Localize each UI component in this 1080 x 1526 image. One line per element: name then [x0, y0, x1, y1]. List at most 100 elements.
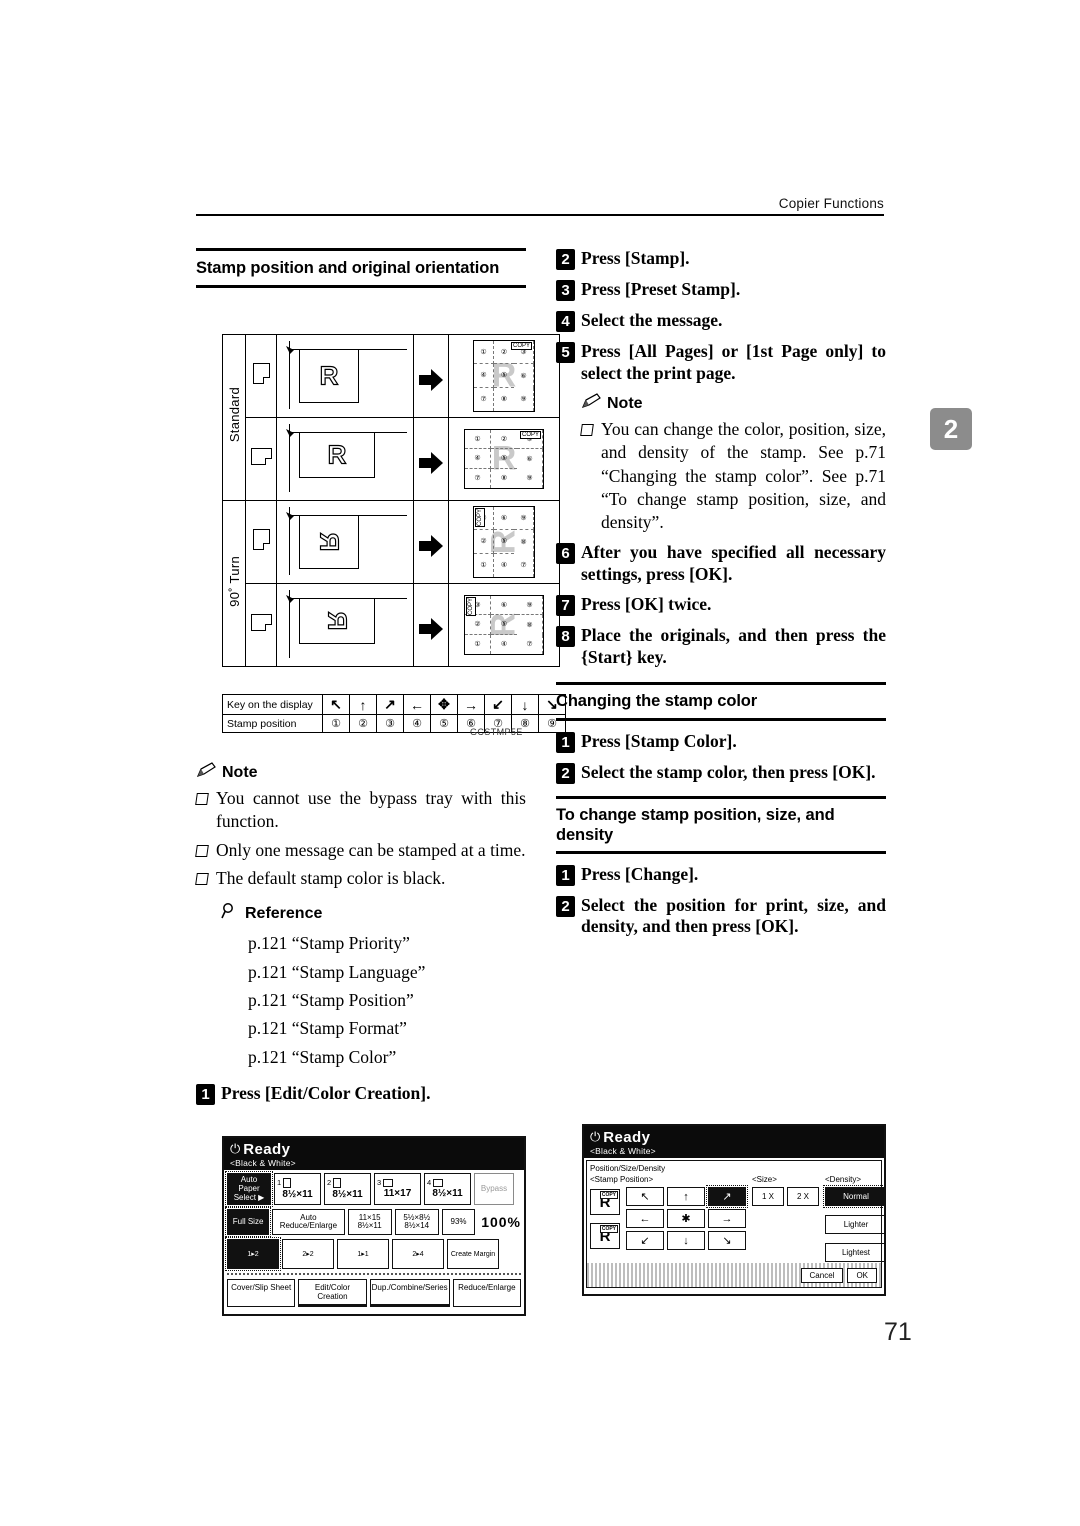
step-number: 7 [556, 595, 575, 617]
step-select-position-size-density: 2 Select the position for print, size, a… [556, 895, 886, 938]
legend-key: ↖ [322, 694, 350, 715]
step-number: 2 [556, 895, 575, 917]
density-button-lighter[interactable]: Lighter [825, 1215, 884, 1234]
grid-cell: ④ [500, 562, 508, 570]
tab-reduce-enlarge[interactable]: Reduce/Enlarge [452, 1279, 521, 1308]
position-button-top-center[interactable]: ↑ [667, 1187, 705, 1206]
grid-cell: ① [465, 430, 491, 450]
preview-landscape: R COPY [590, 1223, 620, 1249]
tray-button-3[interactable]: 3 11×17 [374, 1173, 421, 1206]
ratio-button-2[interactable]: 5½×8½ 8½×14 [394, 1209, 439, 1236]
grid-cell: ⑨ [517, 596, 543, 616]
position-button-bottom-right[interactable]: ↘ [708, 1231, 746, 1250]
legend-position: ④ [403, 714, 431, 733]
copy-tag: COPY [466, 597, 476, 617]
position-button-middle-right[interactable]: → [708, 1209, 746, 1228]
grid-cell: ⑧ [514, 530, 534, 554]
original-cell: R [276, 500, 414, 584]
note-bullet-text: You can change the color, position, size… [601, 419, 886, 533]
chapter-tab: 2 [930, 408, 972, 450]
bypass-tray-button[interactable]: Bypass [474, 1173, 514, 1206]
arrow-cell [413, 583, 449, 667]
duplex-button-3[interactable]: 1▸1 [337, 1239, 389, 1270]
original-cell: R [276, 334, 414, 418]
density-button-normal[interactable]: Normal [823, 1185, 884, 1208]
zoom-level: 100% [481, 1214, 521, 1231]
tray-number: 2 [327, 1178, 332, 1188]
cancel-button[interactable]: Cancel [800, 1267, 844, 1283]
copier-main-screen[interactable]: ⏻ Ready <Black & White> Auto Paper Select… [222, 1136, 526, 1316]
duplex-button-1[interactable]: 1▸2 [225, 1237, 281, 1272]
output-grid: R COPY③ ⑥ ⑨ ② ⑤ ⑧ ① ④ ⑦ [464, 595, 544, 655]
arrow-cell [413, 500, 449, 584]
step-press-ok-after-settings: 6 After you have specified all necessary… [556, 542, 886, 585]
grid-cell: ⑤ [491, 449, 517, 469]
position-button-bottom-left[interactable]: ↙ [626, 1231, 664, 1250]
tab-dup-combine-series[interactable]: Dup./Combine/Series [369, 1279, 450, 1308]
legend-key: ↑ [349, 694, 377, 715]
original-cell: R [276, 583, 414, 667]
reduce-enlarge-row: Full Size Auto Reduce/Enlarge 11×15 8½×1… [224, 1207, 521, 1238]
tray-button-1[interactable]: 1 8½×11 [274, 1173, 321, 1206]
output-grid: R COPY③ ⑥ ⑨ ② ⑤ ⑧ ① ④ ⑦ [473, 506, 535, 578]
ratio-button-3[interactable]: 93% [441, 1209, 476, 1236]
step-text: Place the originals, and then press the … [581, 625, 886, 667]
running-header: Copier Functions [196, 196, 884, 216]
preview-column: R COPY R COPY [590, 1187, 620, 1250]
step-number: 4 [556, 311, 575, 332]
corner-mark-icon [286, 341, 294, 354]
tab-cover-slip-sheet[interactable]: Cover/Slip Sheet [227, 1279, 296, 1308]
tray-button-2[interactable]: 2 8½×11 [324, 1173, 371, 1206]
section-title-change-stamp-position: To change stamp position, size, and dens… [556, 795, 886, 854]
page-number: 71 [884, 1318, 912, 1346]
density-button-lightest[interactable]: Lightest [825, 1243, 884, 1262]
grid-cell: ⑨ [517, 468, 543, 488]
full-size-button[interactable]: Full Size [224, 1207, 272, 1238]
position-size-density-screen[interactable]: ⏻ Ready <Black & White> Position/Size/Den… [582, 1124, 886, 1296]
duplex-button-2[interactable]: 2▸2 [282, 1239, 334, 1270]
legend-position: ② [349, 714, 377, 733]
grid-cell: ② [491, 430, 517, 450]
step-text: Press [All Pages] or [1st Page only] to … [581, 341, 886, 383]
legend-key: ← [403, 694, 431, 715]
size-button-1x[interactable]: 1 X [752, 1187, 784, 1206]
auto-reduce-enlarge-button[interactable]: Auto Reduce/Enlarge [272, 1209, 345, 1236]
density-group-label: <Density> [825, 1175, 862, 1184]
grid-cell: ⑤ [491, 615, 517, 635]
figure-row-turn-2: R R COPY ③ ⑥ ⑨ ② ⑤ ⑧ ① ④ ⑦ [223, 583, 560, 667]
legend-position: ③ [376, 714, 404, 733]
power-icon: ⏻ [230, 1141, 241, 1156]
grid-cell: ④ [500, 641, 508, 649]
legend-position-label: Stamp position [222, 714, 323, 733]
duplex-button-4[interactable]: 2▸4 [392, 1239, 444, 1270]
tray-size: 8½×11 [332, 1189, 363, 1201]
duplex-row: 1▸2 2▸2 1▸1 2▸4 Create Margin [225, 1237, 521, 1272]
note-bullet-list: You can change the color, position, size… [580, 418, 886, 534]
create-margin-button[interactable]: Create Margin [447, 1239, 499, 1270]
tray-size: 11×17 [383, 1188, 412, 1200]
figure-id-code: GCSTMP5E [470, 727, 523, 737]
legend-key: ✥ [430, 694, 458, 715]
position-button-bottom-center[interactable]: ↓ [667, 1231, 705, 1250]
tray-number: 3 [377, 1178, 382, 1188]
position-button-top-right[interactable]: ↗ [706, 1185, 748, 1208]
tray-button-4[interactable]: 4 8½×11 [424, 1173, 471, 1206]
auto-paper-select-button[interactable]: Auto Paper Select ▶ [225, 1170, 273, 1208]
size-button-2x[interactable]: 2 X [787, 1187, 819, 1206]
status-text: Ready [603, 1129, 651, 1146]
step-text: Press [Change]. [581, 863, 699, 884]
tab-edit-color-creation[interactable]: Edit/Color Creation [298, 1279, 367, 1308]
tray-number: 4 [427, 1178, 432, 1188]
position-button-middle-left[interactable]: ← [626, 1209, 664, 1228]
bullet-square-icon [195, 793, 209, 806]
position-button-top-left[interactable]: ↖ [626, 1187, 664, 1206]
step-text: After you have specified all necessary s… [581, 542, 886, 584]
sheet-landscape-icon [250, 614, 272, 632]
section-title-changing-stamp-color: Changing the stamp color [556, 682, 886, 721]
position-button-center[interactable]: ✱ [667, 1209, 705, 1228]
step-press-preset-stamp: 3 Press [Preset Stamp]. [556, 279, 886, 301]
ratio-button-1[interactable]: 11×15 8½×11 [347, 1209, 392, 1236]
legend-row-keys: Key on the display ↖ ↑ ↗ ← ✥ → ↙ ↓ ↘ [222, 694, 566, 715]
grid-cell: ⑦ [514, 553, 534, 577]
ok-button[interactable]: OK [847, 1267, 877, 1283]
